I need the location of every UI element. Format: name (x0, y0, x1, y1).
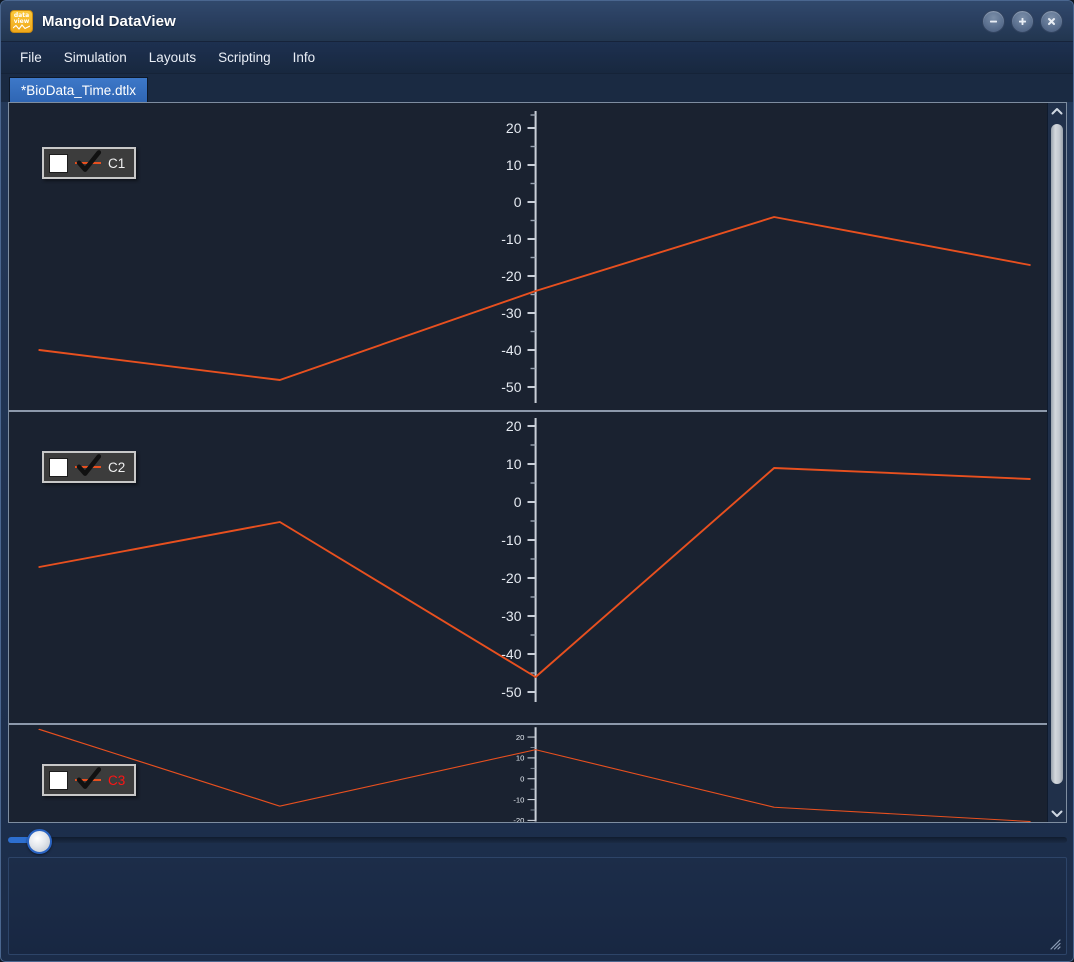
menu-bar: File Simulation Layouts Scripting Info (1, 42, 1073, 74)
menu-item-file[interactable]: File (9, 46, 53, 69)
time-slider[interactable] (8, 826, 1067, 854)
slider-thumb[interactable] (27, 828, 52, 854)
vertical-scrollbar[interactable] (1047, 103, 1066, 822)
plus-icon (1019, 18, 1026, 25)
chart-c2-plot (38, 418, 1031, 702)
chart-c1-plot (38, 111, 1031, 403)
chart-workspace: 20 10 0 -10 -20 -30 -40 -50 C1 20 10 0 -… (8, 102, 1067, 823)
scrollbar-track[interactable] (1048, 120, 1066, 805)
window-controls (982, 10, 1063, 33)
resize-grip-icon[interactable] (1048, 937, 1062, 951)
chevron-up-icon (1051, 108, 1063, 115)
scrollbar-thumb[interactable] (1051, 124, 1063, 784)
chart-panel-c1[interactable]: 20 10 0 -10 -20 -30 -40 -50 C1 (9, 103, 1047, 412)
scroll-up-button[interactable] (1048, 103, 1066, 120)
checkmark-icon (76, 454, 102, 476)
legend-checkbox-c2[interactable] (49, 454, 102, 477)
chart-c3-plot (38, 727, 1031, 822)
chart-c1-series-line (38, 216, 1031, 381)
chart-panel-c2[interactable]: 20 10 0 -10 -20 -30 -40 -50 C2 (9, 412, 1047, 725)
slider-track[interactable] (8, 836, 1067, 843)
application-window: data view Mangold DataView File Simulati… (0, 0, 1074, 962)
tab-biodata-time[interactable]: *BioData_Time.dtlx (9, 77, 149, 102)
checkmark-icon (76, 150, 102, 172)
chart-legend-c2[interactable]: C2 (42, 451, 137, 483)
chevron-down-icon (1051, 810, 1063, 817)
chart-panel-c3[interactable]: 20 10 0 -10 -20 C3 (9, 725, 1047, 822)
chart-c1-axis (527, 111, 537, 403)
chart-panel-stack: 20 10 0 -10 -20 -30 -40 -50 C1 20 10 0 -… (9, 103, 1047, 822)
menu-item-scripting[interactable]: Scripting (207, 46, 282, 69)
menu-item-info[interactable]: Info (282, 46, 327, 69)
tab-strip: *BioData_Time.dtlx (1, 74, 1073, 102)
maximize-button[interactable] (1011, 10, 1034, 33)
chart-c2-axis (527, 418, 537, 702)
app-logo-icon: data view (10, 9, 33, 33)
legend-checkbox-c3[interactable] (49, 767, 102, 790)
scroll-down-button[interactable] (1048, 805, 1066, 822)
menu-item-simulation[interactable]: Simulation (53, 46, 138, 69)
status-bar (8, 856, 1067, 955)
chart-legend-c3[interactable]: C3 (42, 764, 137, 796)
minimize-button[interactable] (982, 10, 1005, 33)
waveform-icon (13, 23, 30, 30)
chart-c3-series-line (38, 728, 1031, 822)
window-title: Mangold DataView (42, 12, 176, 30)
close-button[interactable] (1040, 10, 1063, 33)
legend-checkbox-c1[interactable] (49, 150, 102, 173)
checkmark-icon (76, 767, 102, 789)
chart-c3-axis (527, 727, 537, 822)
title-bar: data view Mangold DataView (1, 1, 1073, 42)
menu-item-layouts[interactable]: Layouts (138, 46, 207, 69)
chart-c2-series-line (38, 467, 1031, 678)
minus-icon (990, 20, 997, 23)
chart-legend-c1[interactable]: C1 (42, 147, 137, 179)
close-icon (1048, 18, 1055, 25)
